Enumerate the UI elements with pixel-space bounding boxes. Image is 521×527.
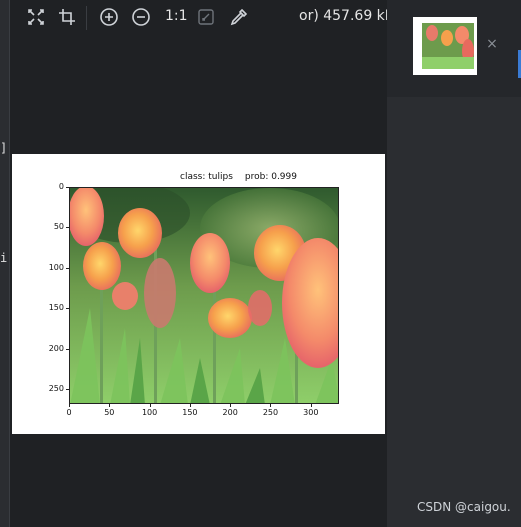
y-tick-mark bbox=[66, 308, 69, 310]
zoom-in-icon[interactable] bbox=[98, 6, 120, 28]
toolbar-separator bbox=[86, 6, 87, 30]
eyedropper-icon[interactable] bbox=[228, 6, 250, 28]
zoom-out-icon[interactable] bbox=[130, 6, 152, 28]
y-tick-label: 250 bbox=[48, 384, 64, 394]
x-tick-mark bbox=[230, 404, 232, 407]
x-tick-mark bbox=[310, 404, 312, 407]
thumbnail-panel: × CSDN @caigou. bbox=[387, 0, 521, 527]
file-info: or) 457.69 kB bbox=[299, 8, 395, 24]
actual-size-button[interactable]: 1:1 bbox=[165, 8, 188, 24]
thumbnail-item[interactable]: × bbox=[387, 0, 521, 97]
left-edge-bracket: ] bbox=[0, 141, 8, 155]
y-tick-mark bbox=[66, 348, 69, 350]
plot-figure: class: tulips prob: 0.999 0 50 100 150 2… bbox=[12, 154, 385, 434]
x-tick-label: 0 bbox=[66, 408, 72, 417]
y-tick-label: 50 bbox=[53, 222, 64, 232]
y-tick-mark bbox=[66, 267, 69, 269]
x-tick-label: 250 bbox=[262, 408, 279, 417]
watermark: CSDN @caigou. bbox=[417, 500, 511, 514]
left-window-edge: ] i bbox=[0, 0, 10, 527]
x-tick-label: 200 bbox=[222, 408, 238, 417]
x-tick-label: 100 bbox=[141, 408, 158, 417]
y-tick-label: 100 bbox=[48, 262, 64, 272]
x-tick-label: 50 bbox=[104, 408, 115, 417]
plot-title-prob: prob: 0.999 bbox=[244, 172, 297, 182]
x-tick-mark bbox=[69, 404, 70, 407]
thumbnail-photo bbox=[422, 23, 474, 69]
crop-icon[interactable] bbox=[56, 6, 78, 28]
y-tick-label: 0 bbox=[58, 182, 64, 191]
fit-selection-icon[interactable] bbox=[25, 6, 47, 28]
y-tick-mark bbox=[66, 187, 69, 188]
fit-window-icon[interactable] bbox=[195, 6, 217, 28]
close-icon[interactable]: × bbox=[486, 37, 498, 51]
x-tick-mark bbox=[270, 404, 272, 407]
plot-title-class: class: tulips bbox=[180, 172, 233, 182]
y-tick-label: 200 bbox=[48, 343, 64, 353]
x-tick-label: 150 bbox=[182, 408, 198, 417]
tulip-photo bbox=[69, 187, 339, 404]
x-tick-mark bbox=[189, 404, 191, 407]
plot-title: class: tulips prob: 0.999 bbox=[12, 172, 385, 182]
viewer-toolbar: 1:1 or) 457.69 kB bbox=[10, 0, 394, 36]
y-tick-mark bbox=[66, 227, 69, 229]
x-tick-mark bbox=[149, 404, 151, 407]
y-tick-mark bbox=[66, 389, 69, 391]
y-tick-label: 150 bbox=[48, 303, 64, 313]
x-tick-label: 300 bbox=[303, 408, 319, 417]
left-edge-char: i bbox=[0, 251, 8, 265]
thumbnail-image[interactable] bbox=[413, 17, 477, 75]
x-tick-mark bbox=[109, 404, 111, 407]
